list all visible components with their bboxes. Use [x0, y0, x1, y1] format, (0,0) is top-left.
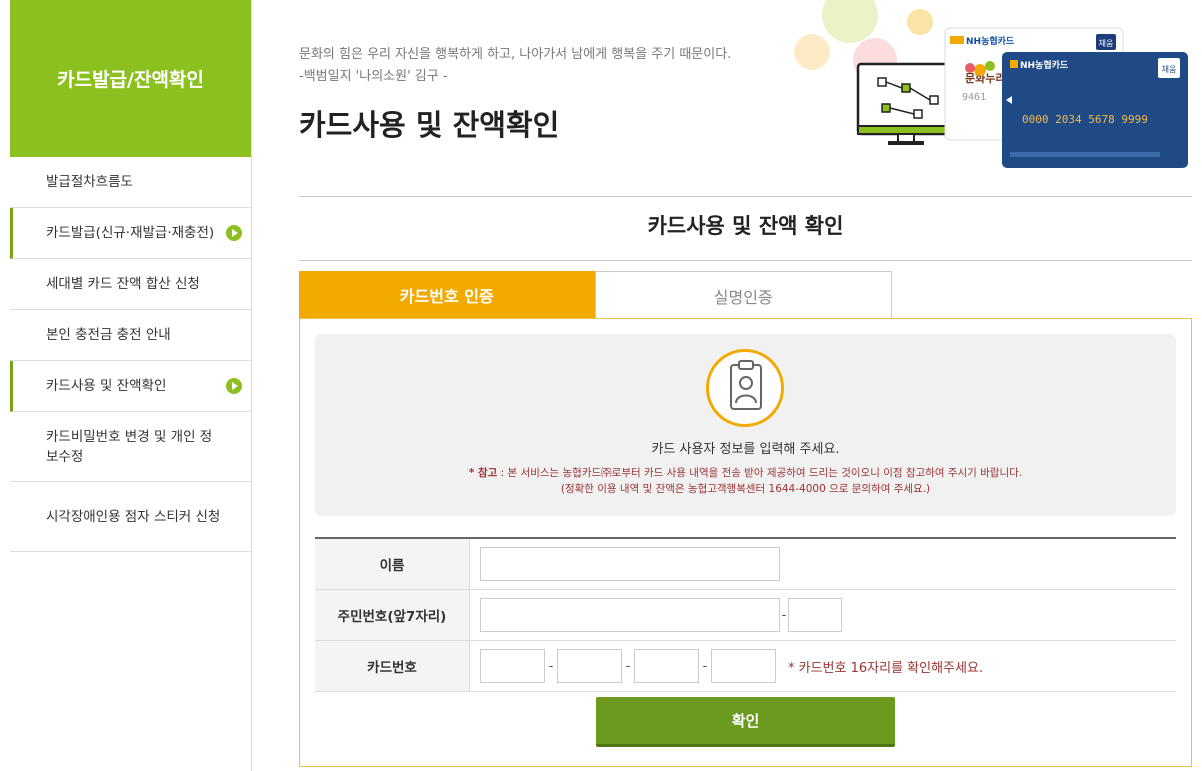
auth-tabs: 카드번호 인증 실명인증 [299, 271, 892, 319]
card-number-part1-input[interactable] [480, 649, 545, 683]
sidebar-item-card-issue[interactable]: 카드발급(신규·재발급·재충전) [10, 208, 251, 259]
card-back-title: 문화누리 [965, 71, 1005, 85]
sidebar-item-label: 카드사용 및 잔액확인 [46, 378, 167, 394]
card-number-hint: * 카드번호 16자리를 확인해주세요. [788, 660, 984, 676]
sidebar-item-label: 시각장애인용 점자 스티커 신청 [46, 508, 221, 525]
rrn-back-input[interactable] [788, 598, 842, 632]
card-back-brand: NH농협카드 [966, 35, 1015, 47]
auth-panel: 카드 사용자 정보를 입력해 주세요. * 참고 : 본 서비스는 농협카드㈜로… [299, 318, 1192, 767]
form-row-card: 카드번호 - - - * 카드번호 16자리를 확인해주세요. [315, 641, 1176, 692]
sidebar-item-label: 발급절차흐름도 [46, 174, 133, 190]
divider [299, 260, 1192, 261]
page-title: 카드사용 및 잔액확인 [299, 108, 560, 142]
sidebar-item-self-charge[interactable]: 본인 충전금 충전 안내 [10, 310, 251, 361]
info-note: * 참고 : 본 서비스는 농협카드㈜로부터 카드 사용 내역을 전송 받아 제… [315, 465, 1176, 497]
card-dash: - [548, 658, 554, 674]
card-front-number: 0000 2034 5678 9999 [1022, 113, 1148, 126]
info-message: 카드 사용자 정보를 입력해 주세요. [651, 442, 840, 457]
confirm-button[interactable]: 확인 [596, 697, 895, 747]
sidebar-item-password-change[interactable]: 카드비밀번호 변경 및 개인 정보수정 [10, 412, 251, 482]
sidebar-item-label: 본인 충전금 충전 안내 [46, 327, 171, 343]
info-box: 카드 사용자 정보를 입력해 주세요. * 참고 : 본 서비스는 농협카드㈜로… [315, 334, 1176, 516]
sidebar-item-balance-check[interactable]: 카드사용 및 잔액확인 [10, 361, 251, 412]
user-id-card-icon [706, 349, 784, 427]
quote: 문화의 힘은 우리 자신을 행복하게 하고, 나아가서 남에게 행복을 주기 때… [299, 44, 731, 88]
card-dash: - [702, 658, 708, 674]
card-number-label: 카드번호 [315, 641, 470, 691]
chevron-right-icon [226, 225, 242, 241]
card-front-badge: 채움 [1162, 64, 1177, 74]
sidebar-item-household-balance[interactable]: 세대별 카드 잔액 합산 신청 [10, 259, 251, 310]
sidebar-item-label: 세대별 카드 잔액 합산 신청 [46, 276, 200, 292]
chevron-right-icon [226, 378, 242, 394]
form-row-name: 이름 [315, 539, 1176, 590]
note-text: : 본 서비스는 농협카드㈜로부터 카드 사용 내역을 전송 받아 제공하여 드… [497, 467, 1023, 479]
form-row-rrn: 주민번호(앞7자리) - [315, 590, 1176, 641]
sidebar-item-braille-sticker[interactable]: 시각장애인용 점자 스티커 신청 [10, 482, 251, 552]
note-prefix: * 참고 [468, 467, 498, 479]
card-front-brand: NH농협카드 [1020, 59, 1069, 71]
card-dash: - [625, 658, 631, 674]
card-number-part2-input[interactable] [557, 649, 622, 683]
divider [299, 196, 1192, 197]
quote-author: -백범일지 '나의소원' 김구 - [299, 69, 448, 84]
card-number-part3-input[interactable] [634, 649, 699, 683]
card-back-badge: 채움 [1099, 38, 1114, 48]
auth-form: 이름 주민번호(앞7자리) - 카드번호 - - - * 카드번호 16자리를 … [315, 537, 1176, 692]
rrn-label: 주민번호(앞7자리) [315, 590, 470, 640]
section-title: 카드사용 및 잔액 확인 [647, 214, 844, 238]
name-label: 이름 [315, 539, 470, 589]
sidebar: 카드발급/잔액확인 발급절차흐름도 카드발급(신규·재발급·재충전) 세대별 카… [10, 0, 252, 771]
sidebar-item-issue-flow[interactable]: 발급절차흐름도 [10, 157, 251, 208]
card-back-sub: 9461 [962, 92, 986, 103]
card-number-part4-input[interactable] [711, 649, 776, 683]
sidebar-item-label: 카드발급(신규·재발급·재충전) [46, 225, 215, 241]
rrn-front-input[interactable] [480, 598, 780, 632]
tab-realname-auth[interactable]: 실명인증 [594, 271, 892, 319]
name-input[interactable] [480, 547, 780, 581]
sidebar-title: 카드발급/잔액확인 [10, 0, 251, 157]
rrn-dash: - [781, 607, 787, 623]
sidebar-menu: 발급절차흐름도 카드발급(신규·재발급·재충전) 세대별 카드 잔액 합산 신청… [10, 157, 251, 552]
sidebar-item-label: 카드비밀번호 변경 및 개인 정보수정 [46, 428, 213, 465]
tab-card-number-auth[interactable]: 카드번호 인증 [299, 271, 595, 319]
quote-line: 문화의 힘은 우리 자신을 행복하게 하고, 나아가서 남에게 행복을 주기 때… [299, 47, 732, 62]
note-contact: (정확한 이용 내역 및 잔액은 농협고객행복센터 1644-4000 으로 문… [560, 483, 931, 495]
hero-graphic: NH농협카드 채움 문화누리 9461 NH농협카드 채움 0000 2034 … [794, 0, 1188, 168]
hero-illustration: NH농협카드 채움 문화누리 9461 NH농협카드 채움 0000 2034 … [790, 0, 1190, 168]
